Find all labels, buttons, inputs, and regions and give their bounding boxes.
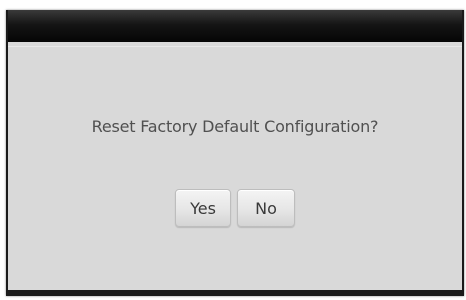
yes-button[interactable]: Yes <box>175 189 231 227</box>
reset-confirm-dialog: Reset Factory Default Configuration? Yes… <box>6 10 464 296</box>
no-button[interactable]: No <box>237 189 295 227</box>
dialog-button-row: Yes No <box>8 189 462 227</box>
dialog-titlebar[interactable] <box>8 10 462 42</box>
dialog-message: Reset Factory Default Configuration? <box>91 117 379 136</box>
dialog-body: Reset Factory Default Configuration? Yes… <box>8 46 462 290</box>
page: Reset Factory Default Configuration? Yes… <box>0 0 466 300</box>
